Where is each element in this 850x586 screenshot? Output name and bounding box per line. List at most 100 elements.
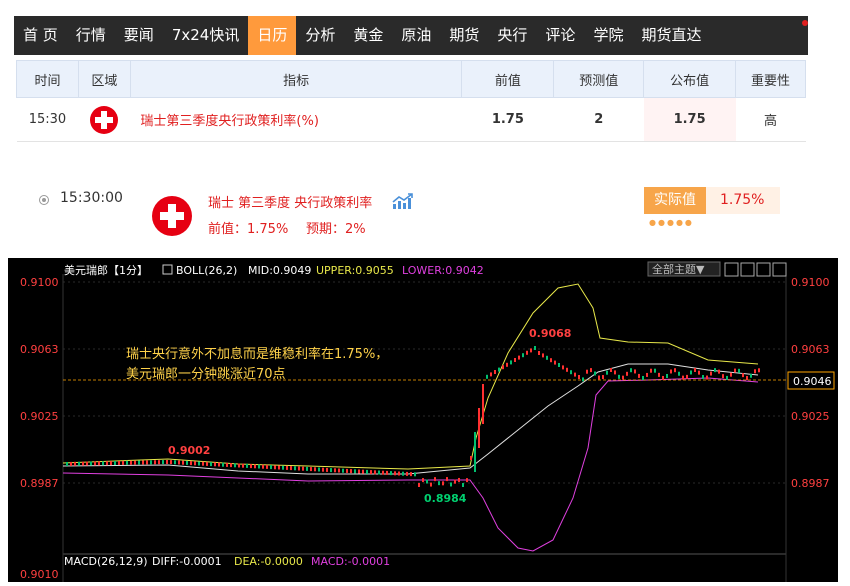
price-chart[interactable]: 美元瑞郎【1分】 BOLL(26,2) MID:0.9049 UPPER:0.9… — [8, 258, 838, 582]
candle — [222, 462, 224, 467]
candle — [170, 460, 172, 465]
nav-item[interactable]: 期货 — [440, 16, 488, 55]
nav-item[interactable]: 期货直达 — [632, 16, 710, 55]
candle — [110, 461, 112, 466]
candle — [158, 460, 160, 465]
label-high: 0.9068 — [529, 327, 571, 340]
subject-button-label[interactable]: 全部主题▼ — [652, 262, 705, 276]
macd-dea: DEA:-0.0000 — [234, 555, 303, 568]
layout-icon[interactable] — [756, 262, 771, 277]
nav-item[interactable]: 学院 — [584, 16, 632, 55]
candle — [570, 370, 572, 375]
detail-title[interactable]: 瑞士 第三季度 央行政策利率 — [208, 192, 372, 211]
zoom-icon[interactable] — [740, 262, 755, 277]
col-importance[interactable]: 重要性 — [735, 60, 806, 98]
candle — [662, 375, 664, 380]
col-time[interactable]: 时间 — [16, 60, 79, 98]
candle — [602, 375, 604, 380]
candle — [130, 460, 132, 465]
nav-item[interactable]: 要闻 — [115, 16, 163, 55]
candle — [614, 370, 616, 375]
y-tick-right: 0.8987 — [791, 477, 830, 490]
candle — [162, 460, 164, 465]
candle — [390, 471, 392, 476]
candle — [714, 368, 716, 373]
nav-item[interactable]: 央行 — [488, 16, 536, 55]
col-forecast[interactable]: 预测值 — [553, 60, 645, 98]
candle — [642, 375, 644, 380]
row-indicator[interactable]: 瑞士第三季度央行政策利率(%) — [130, 97, 462, 142]
nav-item[interactable]: 原油 — [392, 16, 440, 55]
candle — [238, 463, 240, 468]
candle — [314, 467, 316, 472]
candle — [526, 350, 528, 355]
candle — [654, 368, 656, 373]
candle — [138, 460, 140, 465]
candle — [598, 375, 600, 380]
nav-item[interactable]: 行情 — [67, 16, 115, 55]
candle — [298, 466, 300, 471]
trend-chart-icon[interactable] — [392, 192, 414, 214]
candle — [370, 470, 372, 475]
table-row[interactable]: 15:30 瑞士第三季度央行政策利率(%) 1.75 2 1.75 高 — [16, 97, 806, 142]
y-tick-left: 0.8987 — [20, 477, 59, 490]
candle — [182, 460, 184, 465]
current-price: 0.9046 — [793, 375, 832, 388]
boll-label: BOLL(26,2) — [176, 264, 237, 277]
candle — [658, 372, 660, 377]
candle — [186, 460, 188, 465]
radio-icon[interactable] — [39, 195, 49, 205]
candle — [358, 469, 360, 474]
candle — [202, 461, 204, 466]
candle — [450, 482, 452, 487]
candle — [218, 462, 220, 467]
fullscreen-icon[interactable] — [772, 262, 787, 277]
annotation-line1: 瑞士央行意外不加息而是维稳利率在1.75%， — [126, 346, 388, 362]
candle — [730, 372, 732, 377]
candle — [258, 464, 260, 469]
candle — [142, 460, 144, 465]
candle — [150, 460, 152, 465]
boll-lower-line — [62, 377, 759, 552]
candle — [702, 375, 704, 380]
candle — [242, 463, 244, 468]
candle — [366, 469, 368, 474]
candle — [278, 465, 280, 470]
candle — [346, 468, 348, 473]
candle — [114, 461, 116, 466]
row-importance: 高 — [735, 97, 806, 142]
candle — [230, 463, 232, 468]
candle — [270, 465, 272, 470]
annotation-line2: 美元瑞郎一分钟跳涨近70点 — [126, 366, 286, 382]
candle — [410, 472, 412, 477]
col-previous[interactable]: 前值 — [461, 60, 555, 98]
candle — [402, 471, 404, 476]
nav-item[interactable]: 黄金 — [344, 16, 392, 55]
candle — [446, 477, 448, 482]
candle — [274, 465, 276, 470]
nav-item[interactable]: 分析 — [296, 16, 344, 55]
candle — [458, 477, 460, 482]
candle — [94, 461, 96, 466]
candle — [214, 462, 216, 467]
crosshair-icon[interactable] — [724, 262, 739, 277]
nav-item[interactable]: 首 页 — [14, 16, 67, 55]
candle — [406, 471, 408, 476]
candle — [126, 460, 128, 465]
candle — [682, 375, 684, 380]
nav-item[interactable]: 评论 — [536, 16, 584, 55]
nav-item[interactable]: 日历 — [248, 16, 297, 55]
candle — [74, 461, 76, 466]
candle — [330, 468, 332, 473]
nav-item[interactable]: 7x24快讯 — [163, 16, 249, 55]
candle — [302, 466, 304, 471]
y-tick-left: 0.9100 — [20, 276, 59, 289]
candle — [502, 365, 504, 370]
col-indicator[interactable]: 指标 — [129, 60, 463, 98]
candle — [334, 468, 336, 473]
col-region[interactable]: 区域 — [77, 60, 131, 98]
candle — [622, 375, 624, 380]
candle — [522, 353, 524, 358]
col-published[interactable]: 公布值 — [643, 60, 737, 98]
candle — [754, 369, 756, 374]
